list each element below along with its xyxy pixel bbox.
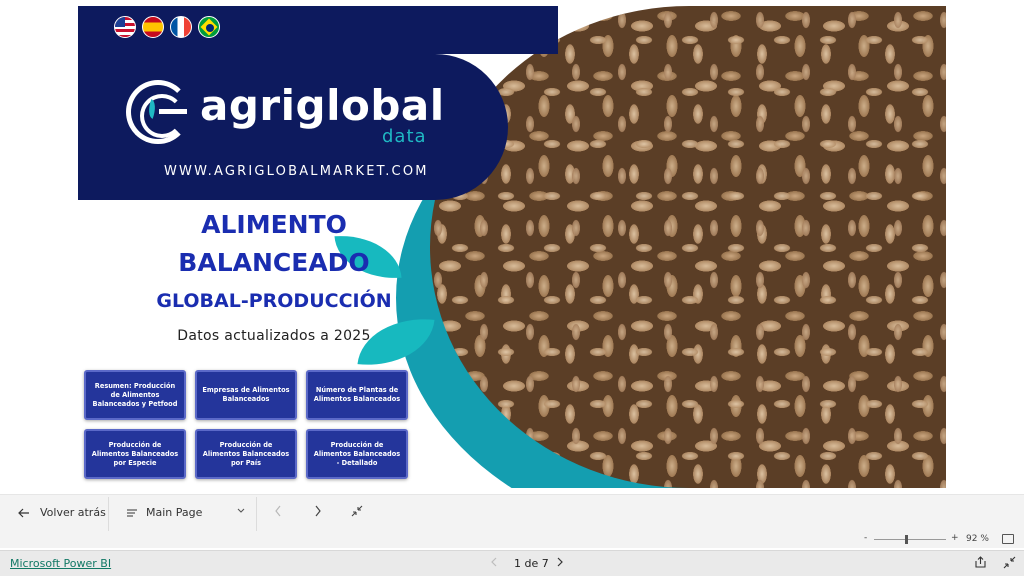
logo-subtitle: data	[382, 126, 427, 147]
next-page-icon[interactable]	[313, 504, 323, 518]
collapse-icon[interactable]	[351, 505, 363, 517]
report-title: ALIMENTO BALANCEADO GLOBAL-PRODUCCIÓN Da…	[94, 206, 454, 344]
logo-mark-icon	[126, 80, 190, 144]
share-icon[interactable]	[974, 556, 987, 569]
arrow-left-icon	[18, 508, 29, 517]
website-url: WWW.AGRIGLOBALMARKET.COM	[164, 164, 429, 179]
feed-pellets-image	[430, 6, 946, 488]
title-line-1: ALIMENTO	[201, 210, 347, 239]
nav-button-detailed[interactable]: Producción de Alimentos Balanceados - De…	[306, 429, 408, 479]
footer-previous-page-icon[interactable]	[490, 556, 498, 568]
footer-next-page-icon[interactable]	[556, 556, 564, 568]
fullscreen-icon[interactable]	[1003, 556, 1016, 569]
power-bi-link[interactable]: Microsoft Power BI	[10, 557, 111, 570]
page-navigation-buttons: Resumen: Producción de Alimentos Balance…	[84, 370, 408, 479]
zoom-in-button[interactable]: +	[951, 533, 959, 543]
data-updated-note: Datos actualizados a 2025	[177, 328, 371, 344]
zoom-slider-thumb[interactable]	[905, 535, 908, 544]
page-selector[interactable]: Main Page	[126, 506, 202, 519]
nav-button-by-country[interactable]: Producción de Alimentos Balanceados por …	[195, 429, 297, 479]
report-canvas: agriglobal data WWW.AGRIGLOBALMARKET.COM…	[78, 6, 946, 488]
zoom-slider-track[interactable]	[874, 539, 946, 540]
brazil-flag-icon[interactable]	[198, 16, 220, 38]
nav-button-plants[interactable]: Número de Plantas de Alimentos Balancead…	[306, 370, 408, 420]
back-button[interactable]: Volver atrás	[18, 506, 106, 519]
list-icon	[127, 508, 137, 517]
previous-page-icon[interactable]	[273, 504, 283, 518]
title-line-3: GLOBAL-PRODUCCIÓN	[156, 290, 392, 312]
logo-wordmark: agriglobal	[200, 81, 445, 130]
divider	[108, 497, 109, 531]
zoom-out-button[interactable]: -	[864, 533, 867, 543]
back-button-label: Volver atrás	[40, 506, 106, 519]
us-flag-icon[interactable]	[114, 16, 136, 38]
report-navigation-bar: Volver atrás Main Page	[0, 494, 1024, 532]
fit-to-page-icon[interactable]	[1002, 534, 1014, 544]
divider	[256, 497, 257, 531]
nav-button-by-species[interactable]: Producción de Alimentos Balanceados por …	[84, 429, 186, 479]
france-flag-icon[interactable]	[170, 16, 192, 38]
language-flags	[114, 16, 220, 38]
zoom-bar: - + 92 %	[0, 532, 1024, 548]
page-selector-label: Main Page	[146, 506, 203, 519]
nav-button-summary[interactable]: Resumen: Producción de Alimentos Balance…	[84, 370, 186, 420]
agriglobal-logo: agriglobal data	[126, 80, 526, 152]
footer-bar: Microsoft Power BI 1 de 7	[0, 550, 1024, 576]
page-indicator: 1 de 7	[514, 557, 549, 570]
zoom-percent: 92 %	[966, 534, 989, 544]
chevron-down-icon[interactable]	[236, 505, 246, 515]
spain-flag-icon[interactable]	[142, 16, 164, 38]
title-line-2: BALANCEADO	[178, 248, 370, 277]
nav-button-companies[interactable]: Empresas de Alimentos Balanceados	[195, 370, 297, 420]
